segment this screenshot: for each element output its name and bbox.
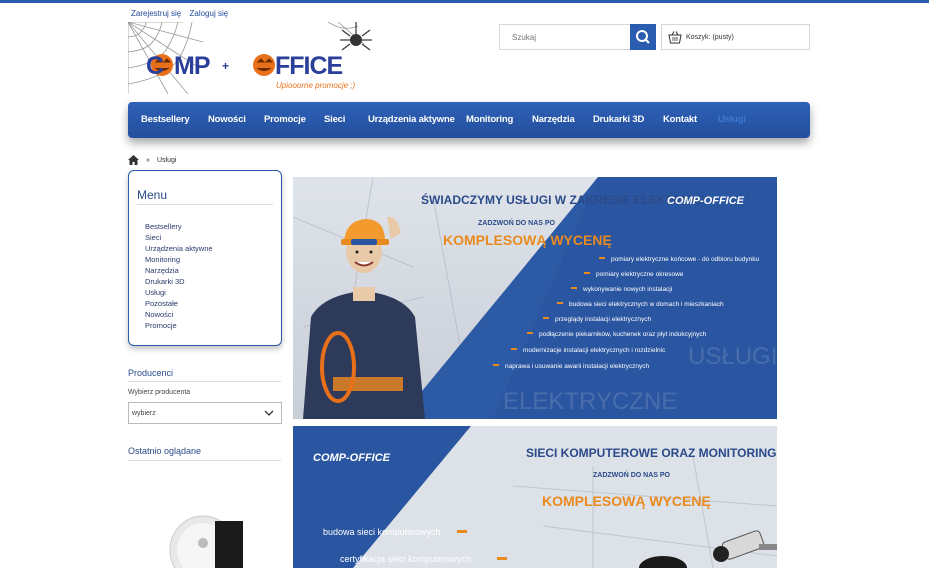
nav-item-nowosci[interactable]: Nowości: [208, 102, 246, 138]
svg-text:COMP-OFFICE: COMP-OFFICE: [313, 452, 391, 464]
register-link[interactable]: Zarejestruj się: [131, 9, 181, 18]
svg-text:Upiooorne promocje ;): Upiooorne promocje ;): [276, 81, 355, 90]
nav-item-kontakt[interactable]: Kontakt: [663, 102, 697, 138]
nav-item-urzadzenia-aktywne[interactable]: Urządzenia aktywne: [368, 102, 455, 138]
producer-label: Wybierz producenta: [128, 389, 191, 396]
menu-item-promocje[interactable]: Promocje: [145, 320, 213, 331]
cart-label: Koszyk: (pusty): [686, 34, 734, 41]
spider-icon: [340, 22, 372, 51]
svg-text:pomiary elektryczne okresowe: pomiary elektryczne okresowe: [596, 271, 684, 278]
search-input[interactable]: [500, 25, 630, 49]
cart-button[interactable]: Koszyk: (pusty): [661, 24, 810, 50]
svg-text:+: +: [222, 59, 229, 73]
svg-text:wykonywanie nowych instalacji: wykonywanie nowych instalacji: [582, 286, 672, 293]
search-box: [499, 24, 656, 50]
menu-item-bestsellery[interactable]: Bestsellery: [145, 221, 213, 232]
top-accent-line: [0, 0, 929, 3]
svg-text:ZADZWOŃ DO NAS PO: ZADZWOŃ DO NAS PO: [593, 470, 671, 479]
svg-text:certyfikacja sieci komputerowy: certyfikacja sieci komputerowych: [340, 554, 471, 564]
svg-text:naprawa i usuwanie awarii inst: naprawa i usuwanie awarii instalacji ele…: [505, 363, 650, 370]
site-logo[interactable]: C MP + FFICE Upiooorne promocje ;): [127, 21, 372, 95]
recent-product-image[interactable]: [165, 505, 245, 573]
chevron-down-icon: [264, 410, 274, 416]
svg-text:KOMPLESOWĄ WYCENĘ: KOMPLESOWĄ WYCENĘ: [542, 493, 711, 509]
menu-item-sieci[interactable]: Sieci: [145, 232, 213, 243]
login-link[interactable]: Zaloguj się: [189, 9, 228, 18]
nav-item-sieci[interactable]: Sieci: [324, 102, 345, 138]
nav-item-promocje[interactable]: Promocje: [264, 102, 306, 138]
nav-item-uslugi[interactable]: Usługi: [718, 102, 746, 138]
network-monitoring-banner[interactable]: COMP-OFFICE SIECI KOMPUTEROWE ORAZ MONIT…: [293, 426, 777, 568]
search-button[interactable]: [630, 24, 656, 50]
menu-item-drukarki-3d[interactable]: Drukarki 3D: [145, 276, 213, 287]
menu-divider: [137, 204, 273, 205]
main-navigation: Bestsellery Nowości Promocje Sieci Urząd…: [128, 102, 810, 138]
home-icon[interactable]: [128, 155, 139, 165]
menu-item-urzadzenia-aktywne[interactable]: Urządzenia aktywne: [145, 243, 213, 254]
svg-text:podłączenie piekarników, kuche: podłączenie piekarników, kuchenek oraz p…: [539, 331, 707, 338]
search-icon: [636, 30, 650, 44]
account-links: Zarejestruj się Zaloguj się: [131, 9, 234, 18]
svg-text:ZADZWOŃ DO NAS PO: ZADZWOŃ DO NAS PO: [478, 218, 556, 227]
nav-item-monitoring[interactable]: Monitoring: [466, 102, 513, 138]
nav-item-narzedzia[interactable]: Narzędzia: [532, 102, 575, 138]
basket-icon: [668, 31, 682, 44]
producers-divider: [128, 381, 281, 382]
svg-text:ŚWIADCZYMY USŁUGI W ZAKRESIE E: ŚWIADCZYMY USŁUGI W ZAKRESIE ELEKTRYKI!: [421, 192, 705, 207]
menu-item-monitoring[interactable]: Monitoring: [145, 254, 213, 265]
svg-text:budowa sieci komputerowych: budowa sieci komputerowych: [323, 527, 441, 537]
svg-text:ELEKTRYCZNE: ELEKTRYCZNE: [503, 388, 677, 415]
producers-title: Producenci: [128, 368, 174, 378]
svg-text:SIECI KOMPUTEROWE ORAZ MONITOR: SIECI KOMPUTEROWE ORAZ MONITORING: [526, 446, 776, 460]
svg-text:KOMPLESOWĄ WYCENĘ: KOMPLESOWĄ WYCENĘ: [443, 232, 612, 248]
menu-item-pozostale[interactable]: Pozostałe: [145, 298, 213, 309]
producer-select[interactable]: wybierz: [128, 402, 282, 424]
svg-text:C: C: [146, 52, 164, 80]
breadcrumb-current: Usługi: [157, 157, 177, 164]
electrical-services-banner[interactable]: ŚWIADCZYMY USŁUGI W ZAKRESIE ELEKTRYKI! …: [293, 177, 777, 419]
menu-item-nowosci[interactable]: Nowości: [145, 309, 213, 320]
svg-text:modernizacje instalacji elektr: modernizacje instalacji elektrycznych i …: [523, 347, 666, 354]
nav-item-drukarki-3d[interactable]: Drukarki 3D: [593, 102, 644, 138]
recently-viewed-title: Ostatnio oglądane: [128, 446, 202, 456]
menu-item-uslugi[interactable]: Usługi: [145, 287, 213, 298]
sidebar-menu: Menu Bestsellery Sieci Urządzenia aktywn…: [128, 170, 282, 346]
breadcrumb-separator: »: [146, 157, 150, 164]
svg-text:FFICE: FFICE: [275, 52, 343, 80]
menu-title: Menu: [137, 188, 168, 202]
svg-text:USŁUGI: USŁUGI: [688, 343, 777, 370]
producer-select-value: wybierz: [132, 410, 156, 417]
svg-text:przeglądy instalacji elektrycz: przeglądy instalacji elektrycznych: [555, 316, 651, 323]
nav-item-bestsellery[interactable]: Bestsellery: [141, 102, 190, 138]
svg-text:pomiary elektryczne końcowe -: pomiary elektryczne końcowe - do odbioru…: [611, 256, 760, 263]
svg-text:MP: MP: [174, 52, 210, 80]
recently-viewed-divider: [128, 460, 281, 461]
menu-item-narzedzia[interactable]: Narzędzia: [145, 265, 213, 276]
svg-text:budowa sieci elektrycznych w d: budowa sieci elektrycznych w domach i mi…: [569, 301, 724, 308]
svg-text:COMP-OFFICE: COMP-OFFICE: [667, 195, 745, 207]
menu-list: Bestsellery Sieci Urządzenia aktywne Mon…: [145, 221, 213, 331]
